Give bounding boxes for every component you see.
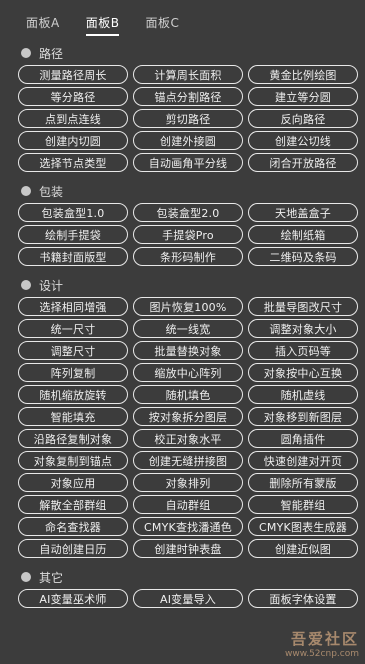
tool-button[interactable]: 计算周长面积 (133, 65, 243, 84)
tab-panel-c[interactable]: 面板C (145, 14, 179, 36)
bullet-dot-icon (21, 48, 31, 58)
tool-button[interactable]: 随机缩放旋转 (18, 385, 128, 404)
tool-button[interactable]: 包装盒型2.0 (133, 203, 243, 222)
tool-button[interactable]: 对象复制到锚点 (18, 451, 128, 470)
section-title: 路径 (39, 46, 64, 61)
tool-button[interactable]: 条形码制作 (133, 247, 243, 266)
tool-button[interactable]: 绘制纸箱 (248, 225, 358, 244)
section-other-buttons: AI变量巫术师 AI变量导入 面板字体设置 (0, 589, 365, 608)
section-packaging-buttons: 包装盒型1.0 包装盒型2.0 天地盖盒子绘制手提袋 手提袋Pro 绘制纸箱书籍封面版型… (0, 203, 365, 266)
tool-button[interactable]: 等分路径 (18, 87, 128, 106)
tool-button[interactable]: 批量替换对象 (133, 341, 243, 360)
tool-button[interactable]: 缩放中心阵列 (133, 363, 243, 382)
tool-button[interactable]: 智能群组 (248, 495, 358, 514)
tool-button[interactable]: 随机填色 (133, 385, 243, 404)
tool-button[interactable]: 自动群组 (133, 495, 243, 514)
tool-button[interactable]: AI变量导入 (133, 589, 243, 608)
tool-button[interactable]: 对象按中心互换 (248, 363, 358, 382)
tool-button[interactable]: 自动创建日历 (18, 539, 128, 558)
tool-button[interactable]: 剪切路径 (133, 109, 243, 128)
tool-button[interactable]: 选择相同增强 (18, 297, 128, 316)
section-path-header: 路径 (0, 44, 365, 62)
tool-button[interactable]: 创建内切圆 (18, 131, 128, 150)
tool-button[interactable]: 随机虚线 (248, 385, 358, 404)
bullet-dot-icon (21, 186, 31, 196)
section-title: 设计 (39, 278, 64, 293)
tool-button[interactable]: 自动画角平分线 (133, 153, 243, 172)
section-title: 其它 (39, 570, 64, 585)
tool-button[interactable]: 点到点连线 (18, 109, 128, 128)
tool-button[interactable]: 图片恢复100% (133, 297, 243, 316)
tool-button[interactable]: 插入页码等 (248, 341, 358, 360)
tool-button[interactable]: 二维码及条码 (248, 247, 358, 266)
tool-button[interactable]: 批量导图改尺寸 (248, 297, 358, 316)
panel-content: 路径测量路径周长 计算周长面积 黄金比例绘图等分路径 锚点分割路径 建立等分圆点到点连线… (0, 44, 365, 618)
tab-panel-b[interactable]: 面板B (85, 14, 120, 36)
watermark-main-text: 吾爱社区 (290, 630, 359, 648)
section-packaging-header: 包装 (0, 182, 365, 200)
panel-tabs: 面板A 面板B 面板C (0, 0, 365, 36)
tool-button[interactable]: 建立等分圆 (248, 87, 358, 106)
tool-button[interactable]: 反向路径 (248, 109, 358, 128)
tool-button[interactable]: 天地盖盒子 (248, 203, 358, 222)
tool-button[interactable]: 包装盒型1.0 (18, 203, 128, 222)
tab-panel-a[interactable]: 面板A (26, 14, 60, 36)
tool-button[interactable]: 创建近似图 (248, 539, 358, 558)
section-design-buttons: 选择相同增强 图片恢复100% 批量导图改尺寸统一尺寸 统一线宽 调整对象大小调整尺寸批… (0, 297, 365, 558)
site-watermark: 吾爱社区 www.52cnp.com (249, 628, 359, 660)
tool-button[interactable]: 沿路径复制对象 (18, 429, 128, 448)
tool-button[interactable]: 阵列复制 (18, 363, 128, 382)
tool-button[interactable]: 圆角插件 (248, 429, 358, 448)
bullet-dot-icon (21, 572, 31, 582)
tool-button[interactable]: 绘制手提袋 (18, 225, 128, 244)
tool-button[interactable]: 书籍封面版型 (18, 247, 128, 266)
tool-button[interactable]: 统一尺寸 (18, 319, 128, 338)
tool-button[interactable]: 删除所有蒙版 (248, 473, 358, 492)
tool-button[interactable]: 选择节点类型 (18, 153, 128, 172)
tool-button[interactable]: 闭合开放路径 (248, 153, 358, 172)
tool-button[interactable]: 创建无缝拼接图 (133, 451, 243, 470)
tool-button[interactable]: CMYK图表生成器 (248, 517, 358, 536)
tool-button[interactable]: 对象排列 (133, 473, 243, 492)
tool-button[interactable]: 智能填充 (18, 407, 128, 426)
tool-button[interactable]: 创建外接圆 (133, 131, 243, 150)
tool-button[interactable]: 面板字体设置 (248, 589, 358, 608)
tool-button[interactable]: 锚点分割路径 (133, 87, 243, 106)
tool-button[interactable]: 按对象拆分图层 (133, 407, 243, 426)
tool-button[interactable]: CMYK查找潘通色 (133, 517, 243, 536)
tool-button[interactable]: 命名查找器 (18, 517, 128, 536)
section-title: 包装 (39, 184, 64, 199)
tool-button[interactable]: 校正对象水平 (133, 429, 243, 448)
tool-button[interactable]: AI变量巫术师 (18, 589, 128, 608)
section-other-header: 其它 (0, 568, 365, 586)
tool-button[interactable]: 快速创建对开页 (248, 451, 358, 470)
section-design-header: 设计 (0, 276, 365, 294)
tool-button[interactable]: 对象移到新图层 (248, 407, 358, 426)
tool-button[interactable]: 解散全部群组 (18, 495, 128, 514)
section-path-buttons: 测量路径周长 计算周长面积 黄金比例绘图等分路径 锚点分割路径 建立等分圆点到点连线 剪切… (0, 65, 365, 172)
tool-button[interactable]: 统一线宽 (133, 319, 243, 338)
tool-button[interactable]: 创建公切线 (248, 131, 358, 150)
tool-button[interactable]: 创建时钟表盘 (133, 539, 243, 558)
tool-button[interactable]: 对象应用 (18, 473, 128, 492)
tool-button[interactable]: 手提袋Pro (133, 225, 243, 244)
watermark-url: www.52cnp.com (284, 649, 359, 659)
bullet-dot-icon (21, 280, 31, 290)
tool-button[interactable]: 测量路径周长 (18, 65, 128, 84)
tool-button[interactable]: 调整尺寸 (18, 341, 128, 360)
tool-button[interactable]: 调整对象大小 (248, 319, 358, 338)
tool-button[interactable]: 黄金比例绘图 (248, 65, 358, 84)
